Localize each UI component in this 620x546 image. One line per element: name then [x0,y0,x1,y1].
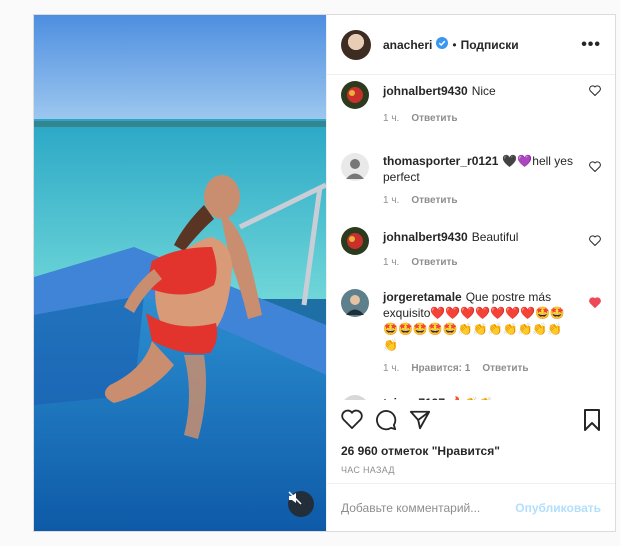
reply-button[interactable]: Ответить [411,113,457,124]
bookmark-icon[interactable] [583,409,601,431]
comment-username[interactable]: johnalbert9430 [383,84,468,98]
comment-time[interactable]: 1 ч. [383,195,399,206]
heart-icon[interactable] [341,409,363,429]
comment-avatar[interactable] [341,395,369,400]
comment-meta: 1 ч. Ответить [383,257,601,268]
comment-meta: 1 ч. Нравится: 1 Ответить [383,363,601,374]
comment-time[interactable]: 1 ч. [383,113,399,124]
comment-username[interactable]: johnalbert9430 [383,230,468,244]
comment-item: jorgeretamale Que postre más exquisito❤️❤… [341,289,601,374]
publish-button[interactable]: Опубликовать [515,501,601,515]
comment-content: Nice [471,84,496,98]
comment-text: jorgeretamale Que postre más exquisito❤️❤… [383,289,577,353]
heart-icon-liked[interactable] [589,297,601,308]
comment-item: thomasporter_r0121 🖤💜hell yes perfect 1 ч… [341,153,601,206]
post-media[interactable] [34,15,326,531]
likes-count[interactable]: 26 960 отметок "Нравится" [341,444,500,458]
post-side-panel: anacheri • Подписки ••• johnalbert9430 Ni… [326,15,615,531]
comment-username[interactable]: taison7197 [383,396,445,400]
comment-username[interactable]: thomasporter_r0121 [383,154,498,168]
following-button[interactable]: Подписки [461,38,519,52]
comment-item: taison7197 🔥👏👏 [341,395,601,400]
action-bar [341,409,601,433]
author-username[interactable]: anacheri [383,38,432,52]
more-icon[interactable]: ••• [581,36,601,54]
comments-list[interactable]: johnalbert9430 Nice 1 ч. Ответить thomaspo… [327,75,615,400]
photo-scene [34,15,326,531]
comment-text: taison7197 🔥👏👏 [383,395,577,400]
heart-icon[interactable] [589,235,601,246]
comment-time[interactable]: 1 ч. [383,363,399,374]
mute-button[interactable] [288,491,314,517]
comment-username[interactable]: jorgeretamale [383,290,462,304]
post-header: anacheri • Подписки ••• [327,15,615,75]
comment-item: johnalbert9430 Beautiful 1 ч. Ответить [341,227,601,268]
comment-icon[interactable] [375,409,397,431]
header-separator: • [452,37,457,52]
post-dialog: anacheri • Подписки ••• johnalbert9430 Ni… [33,14,616,532]
comment-avatar[interactable] [341,289,369,317]
reply-button[interactable]: Ответить [482,363,528,374]
mute-icon [288,491,302,505]
comment-avatar[interactable] [341,153,369,181]
comment-text: johnalbert9430 Nice [383,75,577,99]
author-avatar[interactable] [341,29,371,60]
comment-content: Beautiful [471,230,519,244]
comment-avatar[interactable] [341,81,369,109]
comment-time[interactable]: 1 ч. [383,257,399,268]
post-timestamp[interactable]: ЧАС НАЗАД [341,465,395,475]
comment-text: johnalbert9430 Beautiful [383,227,577,245]
reply-button[interactable]: Ответить [411,257,457,268]
share-icon[interactable] [409,409,431,431]
comment-content: 🔥👏👏 [449,396,494,400]
comment-meta: 1 ч. Ответить [383,113,601,124]
comment-item: johnalbert9430 Nice 1 ч. Ответить [341,75,601,124]
comment-avatar[interactable] [341,227,369,255]
comment-input[interactable] [341,500,516,515]
reply-button[interactable]: Ответить [411,195,457,206]
comment-text: thomasporter_r0121 🖤💜hell yes perfect [383,153,577,185]
heart-icon[interactable] [589,85,601,96]
add-comment-bar: Опубликовать [327,483,615,531]
verified-icon [436,37,449,52]
heart-icon[interactable] [589,161,601,172]
comment-meta: 1 ч. Ответить [383,195,601,206]
likes-count-link[interactable]: Нравится: 1 [411,363,470,374]
